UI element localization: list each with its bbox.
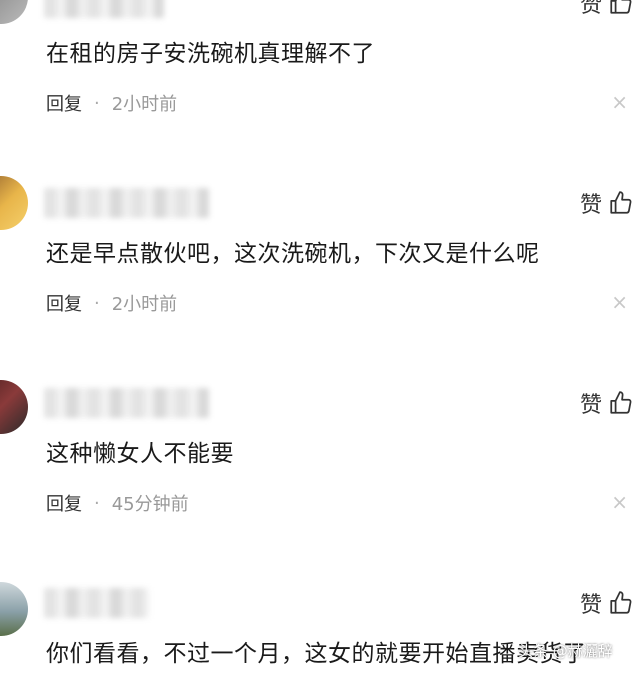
comment-meta: 回复 · 45分钟前 bbox=[46, 490, 189, 516]
username-blurred[interactable] bbox=[44, 588, 149, 618]
separator-dot: · bbox=[94, 92, 100, 114]
thumbs-up-icon bbox=[610, 0, 632, 14]
comment-meta: 回复 · 2小时前 bbox=[46, 290, 177, 316]
thumbs-up-icon bbox=[610, 591, 632, 614]
like-button[interactable]: 赞 bbox=[580, 588, 634, 618]
username-blurred[interactable] bbox=[44, 0, 164, 18]
like-label: 赞 bbox=[579, 393, 602, 418]
like-button[interactable]: 赞 bbox=[580, 188, 634, 218]
like-button[interactable]: 赞 bbox=[580, 0, 634, 18]
reply-button[interactable]: 回复 bbox=[46, 290, 82, 316]
thumbs-up-icon bbox=[610, 191, 632, 214]
comment-time: 2小时前 bbox=[111, 94, 178, 115]
separator-dot: · bbox=[94, 292, 100, 314]
like-label: 赞 bbox=[579, 0, 602, 18]
comment-meta: 回复 · 2小时前 bbox=[46, 90, 177, 116]
close-icon[interactable]: × bbox=[611, 90, 628, 114]
like-button[interactable]: 赞 bbox=[580, 388, 634, 418]
avatar[interactable] bbox=[0, 582, 28, 636]
username-blurred[interactable] bbox=[44, 188, 209, 218]
watermark: 头条 @赫灑辞 bbox=[518, 642, 613, 660]
reply-button[interactable]: 回复 bbox=[46, 490, 82, 516]
like-label: 赞 bbox=[579, 193, 602, 218]
avatar[interactable] bbox=[0, 0, 28, 24]
reply-button[interactable]: 回复 bbox=[46, 90, 82, 116]
comment-text: 还是早点散伙吧，这次洗碗机，下次又是什么呢 bbox=[46, 241, 540, 267]
username-blurred[interactable] bbox=[44, 388, 209, 418]
like-label: 赞 bbox=[579, 593, 602, 618]
comment-text: 这种懒女人不能要 bbox=[46, 441, 234, 467]
separator-dot: · bbox=[94, 492, 100, 514]
thumbs-up-icon bbox=[610, 391, 632, 414]
close-icon[interactable]: × bbox=[611, 490, 628, 514]
comment-text: 你们看看，不过一个月，这女的就要开始直播卖货了 bbox=[46, 641, 587, 667]
comment-time: 45分钟前 bbox=[111, 494, 189, 515]
avatar[interactable] bbox=[0, 176, 28, 230]
comment-text: 在租的房子安洗碗机真理解不了 bbox=[46, 41, 375, 67]
close-icon[interactable]: × bbox=[611, 290, 628, 314]
avatar[interactable] bbox=[0, 380, 28, 434]
comment-time: 2小时前 bbox=[111, 294, 178, 315]
